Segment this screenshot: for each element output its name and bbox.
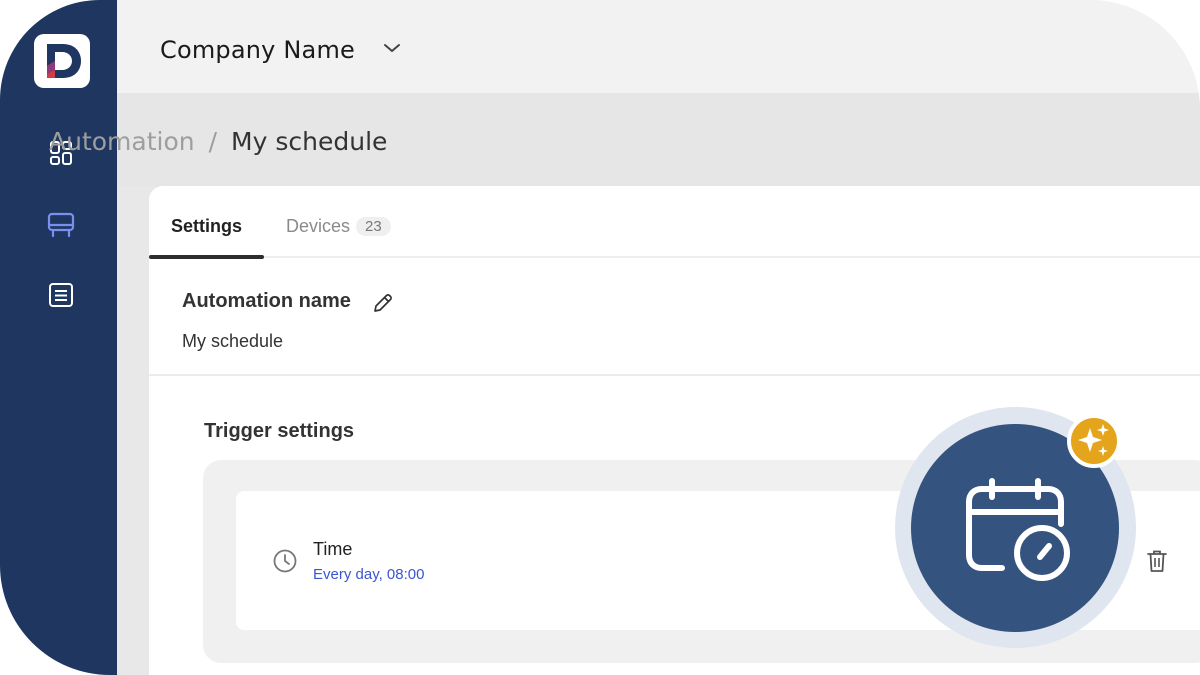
trigger-description: Every day, 08:00	[313, 566, 425, 583]
breadcrumb: Automation / My schedule	[49, 127, 387, 156]
page-title: My schedule	[231, 127, 388, 156]
logo-icon	[47, 44, 81, 78]
list-icon	[49, 283, 73, 307]
company-name[interactable]: Company Name	[160, 36, 355, 64]
breadcrumb-parent[interactable]: Automation	[49, 127, 195, 156]
top-bar: Company Name	[117, 0, 1200, 93]
sparkle-badge	[1067, 414, 1121, 468]
tab-devices[interactable]: Devices 23	[286, 216, 391, 237]
clock-icon	[273, 549, 297, 573]
sidebar-item-list[interactable]	[46, 280, 76, 310]
automation-name-value: My schedule	[182, 331, 284, 351]
trash-icon[interactable]	[1145, 548, 1169, 574]
sidebar	[0, 0, 117, 675]
breadcrumb-separator: /	[208, 127, 218, 156]
section-divider	[149, 374, 1200, 376]
app-window: Company Name Automation / My schedule Sett…	[0, 0, 1200, 675]
pencil-icon[interactable]	[372, 292, 394, 314]
calendar-clock-icon	[966, 478, 1070, 581]
devices-count-badge: 23	[356, 217, 391, 236]
chevron-down-icon[interactable]	[383, 42, 401, 54]
tab-devices-label: Devices	[286, 216, 351, 236]
tabs-divider	[264, 256, 1200, 258]
tab-settings[interactable]: Settings	[171, 216, 242, 237]
company-logo[interactable]	[34, 34, 90, 88]
sidebar-item-devices[interactable]	[46, 209, 76, 239]
sparkle-icon	[1078, 424, 1109, 456]
tab-settings-label: Settings	[171, 216, 243, 236]
trigger-name: Time	[313, 539, 353, 559]
device-icon	[47, 212, 75, 238]
active-tab-indicator	[149, 255, 264, 259]
automation-name-label: Automation name	[182, 290, 351, 312]
trigger-settings-title: Trigger settings	[204, 420, 355, 442]
